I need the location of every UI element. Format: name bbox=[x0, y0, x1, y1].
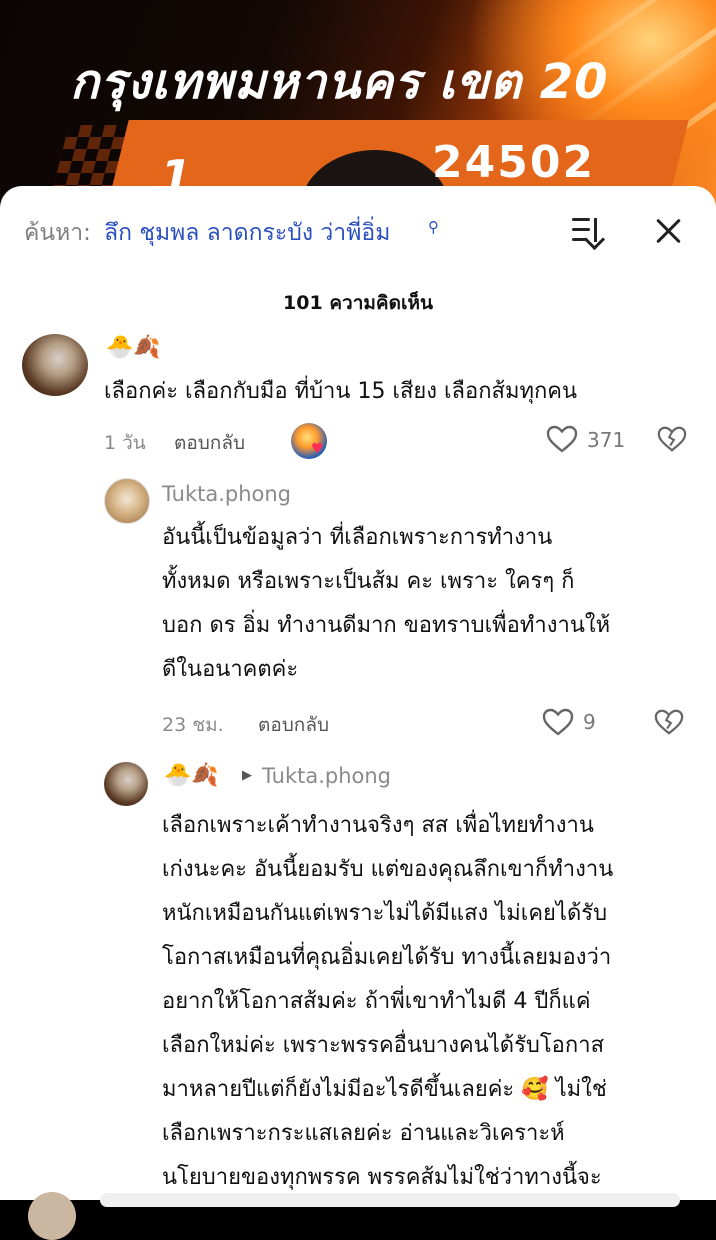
like-count: 9 bbox=[583, 710, 596, 734]
avatar[interactable] bbox=[104, 478, 150, 524]
reply-text-line: บอก ดร อิ่ม ทำงานดีมาก ขอทราบเพื่อทำงานใ… bbox=[162, 613, 611, 638]
reply-text-line: อันนี้เป็นข้อมูลว่า ที่เลือกเพราะการทำงา… bbox=[162, 525, 553, 550]
reply-to-username[interactable]: Tukta.phong bbox=[262, 764, 391, 788]
reply-text: เลือกเพราะเค้าทำงานจริงๆ สส เพื่อไทยทำงา… bbox=[162, 804, 712, 1200]
search-icon: ⚲ bbox=[428, 218, 439, 236]
reply-text-line: หนักเหมือนกันแต่เพราะไม่ได้มีแสง ไม่เคยไ… bbox=[162, 901, 608, 926]
comment-count: 101 ความคิดเห็น bbox=[283, 292, 433, 314]
reply-time: 23 ชม. bbox=[162, 714, 224, 736]
reply-text-line: มาหลายปีแต่ก็ยังไม่มีอะไรดีขึ้นเลยค่ะ 🥰 … bbox=[162, 1077, 607, 1102]
reply-text-line: ทั้งหมด หรือเพราะเป็นส้ม คะ เพราะ ใครๆ ก… bbox=[162, 569, 575, 594]
reply-text-line: โอกาสเหมือนที่คุณอิ่มเคยได้รับ ทางนี้เลย… bbox=[162, 945, 612, 970]
search-suggestion-row[interactable]: ค้นหา: ลึก ชุมพล ลาดกระบัง ว่าพี่อิ่ม ⚲ bbox=[0, 186, 716, 274]
reply-button[interactable]: ตอบกลับ bbox=[258, 710, 329, 740]
broken-heart-icon[interactable] bbox=[657, 424, 687, 454]
username-emoji[interactable]: 🐣🍂 bbox=[106, 336, 161, 360]
reply-text-line: ดีในอนาคตค่ะ bbox=[162, 657, 299, 682]
username-emoji[interactable]: 🐣🍂 bbox=[164, 764, 219, 788]
search-prefix: ค้นหา: bbox=[24, 220, 91, 246]
broken-heart-icon[interactable] bbox=[654, 707, 684, 737]
heart-icon: ♥ bbox=[311, 441, 324, 457]
comment-time: 1 วัน bbox=[104, 432, 146, 454]
avatar bbox=[28, 1192, 76, 1240]
comment-input-field[interactable] bbox=[100, 1193, 680, 1207]
close-icon[interactable] bbox=[652, 214, 686, 248]
like-count: 371 bbox=[587, 428, 626, 452]
creator-liked-badge: ♥ bbox=[291, 423, 327, 459]
reply-text-line: อยากให้โอกาสส้มค่ะ ถ้าพี่เขาทำไมดี 4 ปีก… bbox=[162, 989, 591, 1014]
video-title: กรุงเทพมหานคร เขต 20 bbox=[70, 54, 609, 110]
reply-text-line: เลือกเพราะเค้าทำงานจริงๆ สส เพื่อไทยทำงา… bbox=[162, 813, 594, 838]
avatar[interactable] bbox=[22, 334, 88, 396]
reply-text-line: เลือกเพราะกระแสเลยค่ะ อ่านและวิเคราะห์ bbox=[162, 1121, 565, 1146]
comments-sheet: ค้นหา: ลึก ชุมพล ลาดกระบัง ว่าพี่อิ่ม ⚲ … bbox=[0, 186, 716, 1200]
reply-to-arrow-icon: ▶ bbox=[242, 768, 252, 783]
video-number: 24502 bbox=[432, 137, 596, 188]
reply-text-line: เลือกใหม่ค่ะ เพราะพรรคอื่นบางคนได้รับโอก… bbox=[162, 1033, 604, 1058]
avatar[interactable] bbox=[104, 762, 148, 806]
search-term-link[interactable]: ลึก ชุมพล ลาดกระบัง ว่าพี่อิ่ม bbox=[104, 215, 390, 251]
reply-button[interactable]: ตอบกลับ bbox=[174, 428, 245, 458]
reply-text: อันนี้เป็นข้อมูลว่า ที่เลือกเพราะการทำงา… bbox=[162, 516, 712, 692]
comment-text-line: เลือกค่ะ เลือกกับมือ ที่บ้าน 15 เสียง เล… bbox=[104, 379, 578, 404]
sort-icon[interactable] bbox=[570, 216, 606, 251]
username[interactable]: Tukta.phong bbox=[162, 482, 291, 506]
heart-icon[interactable] bbox=[546, 424, 578, 454]
reply-text-line: เก่งนะคะ อันนี้ยอมรับ แต่ของคุณลึกเขาก็ท… bbox=[162, 857, 614, 882]
heart-icon[interactable] bbox=[542, 707, 574, 737]
